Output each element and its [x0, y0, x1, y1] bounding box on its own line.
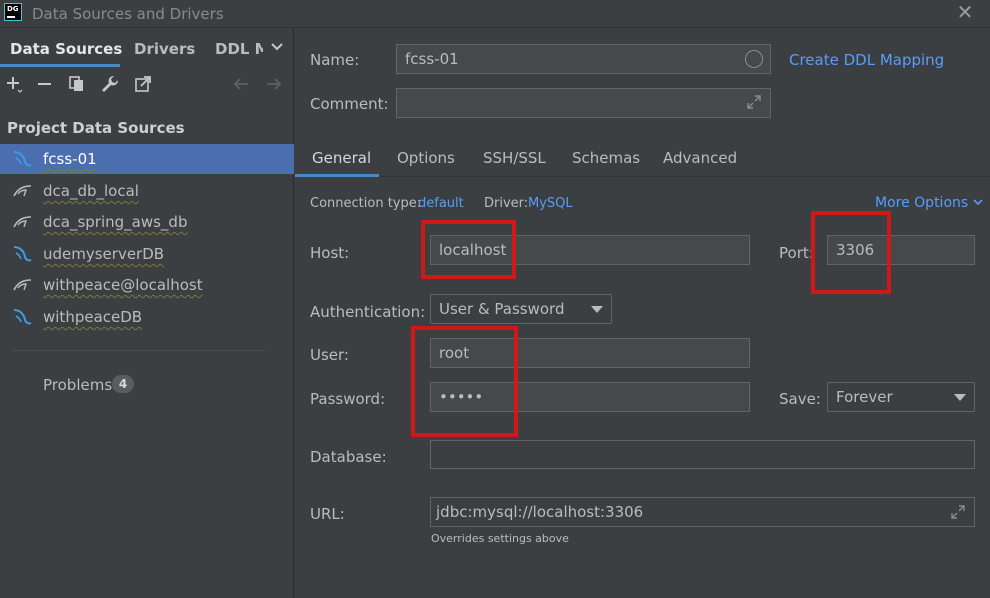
- data-source-item[interactable]: dca_spring_aws_db: [0, 207, 294, 237]
- db-icon: [13, 185, 32, 197]
- forward-arrow-icon[interactable]: [264, 74, 284, 94]
- url-hint: Overrides settings above: [431, 532, 569, 545]
- mysql-icon: [13, 309, 32, 325]
- project-data-sources-heading: Project Data Sources: [7, 119, 185, 137]
- title-bar: DG Data Sources and Drivers ✕: [0, 0, 990, 28]
- url-value: jdbc:mysql://localhost:3306: [436, 503, 644, 521]
- add-icon[interactable]: [4, 74, 24, 94]
- wrench-icon[interactable]: [100, 74, 120, 94]
- color-circle-icon[interactable]: [745, 50, 763, 68]
- name-value: fcss-01: [405, 50, 459, 68]
- dropdown-arrow-icon: [591, 306, 603, 313]
- tab-general[interactable]: General: [312, 149, 371, 167]
- save-select[interactable]: Forever: [827, 382, 975, 412]
- data-source-label: dca_db_local: [43, 182, 139, 200]
- mysql-icon: [13, 246, 32, 262]
- host-label: Host:: [310, 244, 350, 262]
- problems-count-badge: 4: [112, 375, 134, 393]
- tab-data-sources[interactable]: Data Sources: [10, 40, 122, 58]
- data-source-label: udemyserverDB: [43, 245, 165, 263]
- sidebar-tabs: Data Sources Drivers DDL M: [0, 28, 294, 67]
- url-label: URL:: [310, 505, 345, 523]
- comment-label: Comment:: [310, 95, 389, 113]
- database-label: Database:: [310, 448, 387, 466]
- data-source-item[interactable]: dca_db_local: [0, 176, 294, 206]
- port-field[interactable]: 3306: [827, 235, 975, 265]
- sidebar: Data Sources Drivers DDL M Project Data …: [0, 28, 294, 598]
- data-source-label: withpeaceDB: [43, 308, 143, 326]
- data-source-item[interactable]: withpeaceDB: [0, 302, 294, 332]
- data-source-item[interactable]: fcss-01: [0, 144, 294, 174]
- database-field[interactable]: [430, 440, 975, 469]
- authentication-select[interactable]: User & Password: [430, 294, 612, 324]
- more-options-label: More Options: [875, 195, 969, 211]
- tab-ssh-ssl[interactable]: SSH/SSL: [483, 149, 546, 167]
- tab-drivers[interactable]: Drivers: [134, 40, 195, 58]
- datagrip-app-icon: DG: [4, 3, 22, 21]
- back-arrow-icon[interactable]: [231, 74, 251, 94]
- authentication-label: Authentication:: [310, 303, 426, 321]
- user-field[interactable]: root: [430, 338, 750, 368]
- window-title: Data Sources and Drivers: [32, 5, 224, 23]
- active-tab-indicator: [295, 174, 379, 177]
- password-value: •••••: [439, 388, 484, 406]
- data-source-settings-panel: Name: fcss-01 Create DDL Mapping Comment…: [295, 28, 990, 598]
- data-source-label: fcss-01: [43, 150, 97, 168]
- driver-label: Driver:: [484, 196, 529, 211]
- tab-options[interactable]: Options: [397, 149, 455, 167]
- data-source-item[interactable]: udemyserverDB: [0, 239, 294, 269]
- comment-field[interactable]: [396, 88, 771, 118]
- name-field[interactable]: fcss-01: [396, 44, 771, 74]
- expand-icon[interactable]: [950, 504, 966, 520]
- expand-icon[interactable]: [746, 94, 762, 110]
- more-options-link[interactable]: More Options: [875, 195, 983, 211]
- tab-schemas[interactable]: Schemas: [572, 149, 640, 167]
- driver-link[interactable]: MySQL: [528, 196, 573, 211]
- save-value: Forever: [836, 388, 893, 406]
- save-label: Save:: [779, 390, 821, 408]
- data-source-label: dca_spring_aws_db: [43, 213, 188, 231]
- dropdown-arrow-icon: [954, 394, 966, 401]
- sidebar-divider: [12, 350, 266, 351]
- mysql-icon: [13, 151, 32, 167]
- create-ddl-mapping-link[interactable]: Create DDL Mapping: [789, 51, 944, 69]
- remove-icon[interactable]: [35, 74, 55, 94]
- sidebar-toolbar: [0, 68, 294, 102]
- jump-to-source-icon[interactable]: [133, 74, 153, 94]
- chevron-down-icon: [973, 199, 983, 206]
- host-field[interactable]: localhost: [430, 235, 750, 265]
- user-label: User:: [310, 346, 349, 364]
- port-value: 3306: [836, 241, 875, 259]
- tab-ddl-mappings[interactable]: DDL M: [215, 40, 263, 58]
- authentication-value: User & Password: [439, 300, 565, 318]
- data-source-label: withpeace@localhost: [43, 276, 203, 294]
- data-source-item[interactable]: withpeace@localhost: [0, 270, 294, 300]
- user-value: root: [439, 344, 470, 362]
- connection-type-label: Connection type:: [310, 196, 422, 211]
- settings-tabs: General Options SSH/SSL Schemas Advanced: [295, 141, 990, 177]
- host-value: localhost: [439, 241, 507, 259]
- password-label: Password:: [310, 390, 386, 408]
- port-label: Port:: [779, 244, 814, 262]
- password-field[interactable]: •••••: [430, 382, 750, 412]
- close-icon[interactable]: ✕: [954, 2, 976, 24]
- active-tab-indicator: [0, 64, 120, 67]
- chevron-down-icon[interactable]: [270, 40, 284, 54]
- tab-advanced[interactable]: Advanced: [663, 149, 737, 167]
- connection-type-link[interactable]: default: [418, 196, 464, 211]
- duplicate-icon[interactable]: [67, 74, 87, 94]
- url-field[interactable]: jdbc:mysql://localhost:3306: [430, 497, 975, 527]
- name-label: Name:: [310, 51, 360, 69]
- db-icon: [13, 216, 32, 228]
- db-icon: [13, 279, 32, 291]
- problems-item[interactable]: Problems: [43, 376, 112, 394]
